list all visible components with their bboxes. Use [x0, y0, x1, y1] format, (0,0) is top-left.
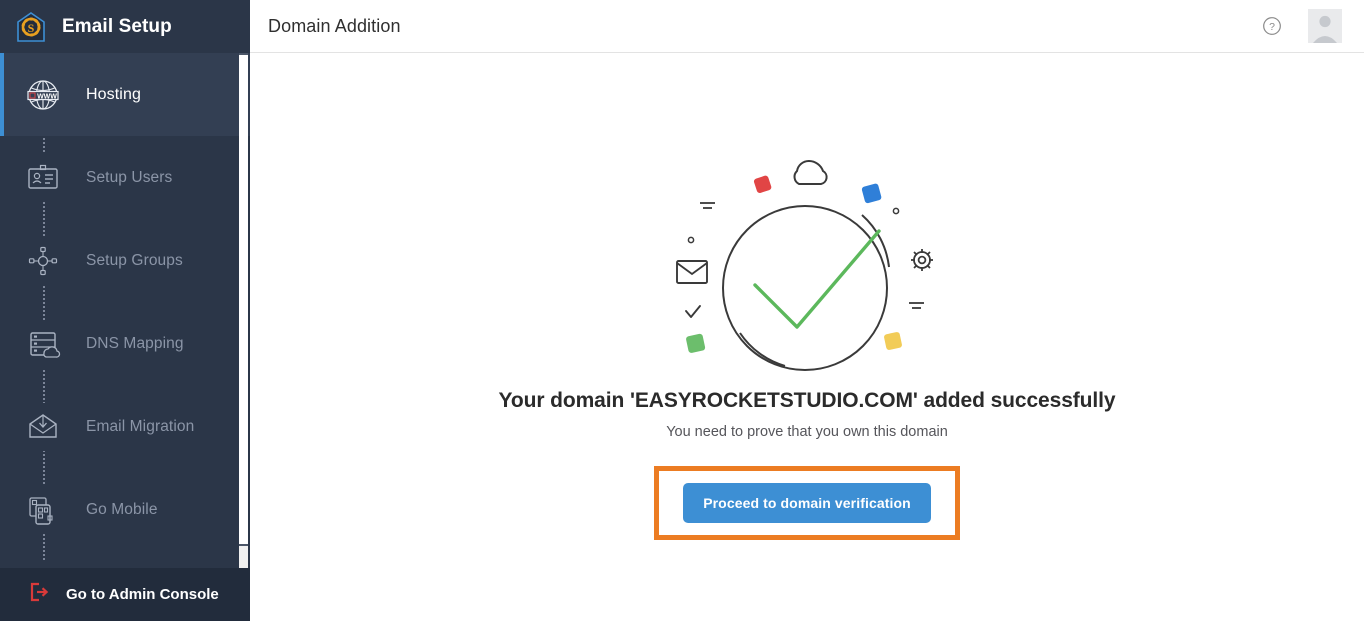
- user-avatar-icon[interactable]: [1308, 9, 1342, 43]
- svg-text:WWW: WWW: [37, 93, 57, 100]
- id-card-icon: [19, 153, 67, 202]
- sidebar-nav: WWW Hosting Setup Users Setup Groups DNS…: [0, 53, 250, 568]
- server-cloud-icon: [19, 319, 67, 368]
- sidebar-item-setup-users[interactable]: Setup Users: [0, 136, 250, 219]
- user-group-icon: [19, 236, 67, 285]
- svg-text:S: S: [28, 21, 35, 35]
- brand-header: S Email Setup: [0, 0, 250, 53]
- admin-console-label: Go to Admin Console: [66, 586, 219, 603]
- sidebar-item-setup-groups[interactable]: Setup Groups: [0, 219, 250, 302]
- sidebar-item-label: Go Mobile: [86, 500, 158, 518]
- domain-verified-check-icon: [657, 145, 957, 375]
- sidebar-item-label: DNS Mapping: [86, 334, 184, 352]
- sidebar-item-go-mobile[interactable]: Go Mobile: [0, 468, 250, 551]
- sidebar: S Email Setup WWW Hosting Setup Users Se…: [0, 0, 250, 621]
- shield-gear-icon: S: [14, 10, 48, 44]
- proceed-to-domain-verification-button[interactable]: Proceed to domain verification: [683, 483, 931, 523]
- sidebar-scrollbar[interactable]: [239, 53, 248, 568]
- sidebar-item-label: Email Migration: [86, 417, 195, 435]
- sidebar-item-label: Hosting: [86, 85, 141, 103]
- globe-www-icon: WWW: [19, 70, 67, 119]
- top-bar: Domain Addition ?: [250, 0, 1364, 53]
- svg-text:?: ?: [1269, 21, 1275, 33]
- page-title: Domain Addition: [268, 15, 401, 36]
- envelope-arrow-icon: [19, 402, 67, 451]
- sidebar-item-hosting[interactable]: WWW Hosting: [0, 53, 250, 136]
- success-subtext: You need to prove that you own this doma…: [666, 424, 948, 440]
- sidebar-item-label: Setup Groups: [86, 251, 183, 269]
- success-headline: Your domain 'EASYROCKETSTUDIO.COM' added…: [498, 389, 1116, 412]
- exit-arrow-icon: [28, 581, 50, 608]
- sidebar-item-label: Setup Users: [86, 168, 173, 186]
- mobile-qr-icon: [19, 485, 67, 534]
- app-root: S Email Setup WWW Hosting Setup Users Se…: [0, 0, 1364, 621]
- go-to-admin-console-button[interactable]: Go to Admin Console: [0, 568, 250, 621]
- brand-title: Email Setup: [62, 15, 172, 37]
- sidebar-scrollbar-thumb[interactable]: [239, 53, 248, 546]
- sidebar-item-dns-mapping[interactable]: DNS Mapping: [0, 302, 250, 385]
- main-content: Domain Addition ? Your domain 'EASYROCKE…: [250, 0, 1364, 621]
- cta-highlight-box: Proceed to domain verification: [654, 466, 960, 540]
- success-panel: Your domain 'EASYROCKETSTUDIO.COM' added…: [250, 53, 1364, 620]
- question-circle-icon[interactable]: ?: [1262, 16, 1282, 36]
- sidebar-item-email-migration[interactable]: Email Migration: [0, 385, 250, 468]
